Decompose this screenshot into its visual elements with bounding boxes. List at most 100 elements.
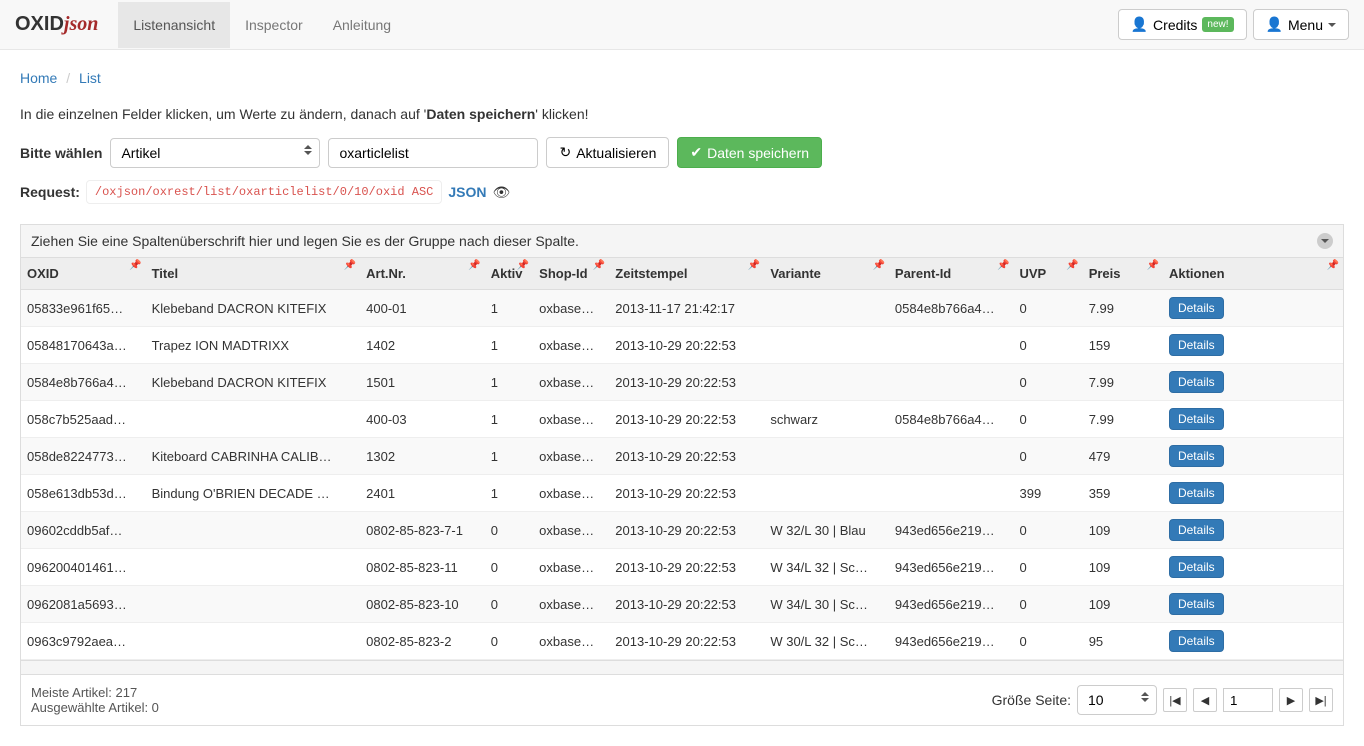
table-cell[interactable]: W 30/L 32 | Sc… <box>764 623 889 660</box>
table-cell[interactable] <box>146 623 361 660</box>
table-cell[interactable] <box>764 438 889 475</box>
table-row[interactable]: 05848170643a…Trapez ION MADTRIXX14021oxb… <box>21 327 1343 364</box>
table-cell[interactable]: Kiteboard CABRINHA CALIB… <box>146 438 361 475</box>
table-cell[interactable]: 400-01 <box>360 290 485 327</box>
column-header[interactable]: Variante📌 <box>764 258 889 290</box>
table-cell[interactable]: 1402 <box>360 327 485 364</box>
pager-last[interactable]: ▶| <box>1309 688 1333 712</box>
entity-select[interactable]: Artikel <box>110 138 320 168</box>
table-cell[interactable] <box>764 475 889 512</box>
table-cell[interactable]: 1501 <box>360 364 485 401</box>
table-cell[interactable] <box>146 549 361 586</box>
pin-icon[interactable]: 📌 <box>129 260 141 271</box>
table-cell[interactable]: 943ed656e219… <box>889 512 1014 549</box>
table-cell[interactable]: 0 <box>1013 623 1082 660</box>
table-cell[interactable]: 2013-10-29 20:22:53 <box>609 327 764 364</box>
table-cell[interactable]: 0 <box>1013 438 1082 475</box>
details-button[interactable]: Details <box>1169 408 1224 430</box>
details-button[interactable]: Details <box>1169 556 1224 578</box>
save-button[interactable]: ✔ Daten speichern <box>677 137 822 168</box>
table-cell[interactable]: 0802-85-823-11 <box>360 549 485 586</box>
column-header[interactable]: Parent-Id📌 <box>889 258 1014 290</box>
details-button[interactable]: Details <box>1169 482 1224 504</box>
column-header[interactable]: Titel📌 <box>146 258 361 290</box>
collapse-icon[interactable] <box>1317 233 1333 249</box>
table-cell[interactable]: 2013-10-29 20:22:53 <box>609 401 764 438</box>
pin-icon[interactable]: 📌 <box>1066 260 1078 271</box>
column-header[interactable]: Art.Nr.📌 <box>360 258 485 290</box>
table-cell[interactable]: 0 <box>1013 290 1082 327</box>
table-cell[interactable]: oxbase… <box>533 401 609 438</box>
table-cell[interactable]: 109 <box>1083 549 1163 586</box>
table-cell[interactable]: 2013-10-29 20:22:53 <box>609 364 764 401</box>
column-header[interactable]: OXID📌 <box>21 258 146 290</box>
table-cell[interactable]: 7.99 <box>1083 401 1163 438</box>
table-cell[interactable]: 0802-85-823-7-1 <box>360 512 485 549</box>
table-cell[interactable]: oxbase… <box>533 512 609 549</box>
table-cell[interactable]: oxbase… <box>533 623 609 660</box>
table-cell[interactable]: 943ed656e219… <box>889 586 1014 623</box>
table-cell[interactable]: Bindung O'BRIEN DECADE … <box>146 475 361 512</box>
table-cell[interactable]: 1 <box>485 290 533 327</box>
column-header[interactable]: UVP📌 <box>1013 258 1082 290</box>
details-button[interactable]: Details <box>1169 593 1224 615</box>
table-cell[interactable]: 0 <box>1013 549 1082 586</box>
tab-inspector[interactable]: Inspector <box>230 2 318 48</box>
pager-prev[interactable]: ◀ <box>1193 688 1217 712</box>
pin-icon[interactable]: 📌 <box>1147 260 1159 271</box>
table-cell[interactable] <box>889 364 1014 401</box>
table-cell[interactable]: 1 <box>485 475 533 512</box>
tab-listenansicht[interactable]: Listenansicht <box>118 2 230 48</box>
menu-button[interactable]: 👤 Menu <box>1253 9 1349 40</box>
table-cell[interactable]: oxbase… <box>533 586 609 623</box>
table-cell[interactable]: 2013-10-29 20:22:53 <box>609 438 764 475</box>
table-cell[interactable]: 2401 <box>360 475 485 512</box>
table-cell[interactable]: W 34/L 30 | Sc… <box>764 586 889 623</box>
json-link[interactable]: JSON <box>448 184 486 200</box>
table-cell[interactable]: oxbase… <box>533 290 609 327</box>
table-cell[interactable]: 109 <box>1083 586 1163 623</box>
table-cell[interactable] <box>146 586 361 623</box>
table-cell[interactable]: 0 <box>1013 327 1082 364</box>
credits-button[interactable]: 👤 Credits new! <box>1118 9 1247 40</box>
table-cell[interactable]: 7.99 <box>1083 364 1163 401</box>
table-cell[interactable]: 058e613db53d… <box>21 475 146 512</box>
table-cell[interactable]: 1 <box>485 438 533 475</box>
eye-icon[interactable]: 👁 <box>493 184 511 201</box>
table-cell[interactable]: 2013-10-29 20:22:53 <box>609 475 764 512</box>
details-button[interactable]: Details <box>1169 334 1224 356</box>
table-cell[interactable]: 0 <box>1013 586 1082 623</box>
pin-icon[interactable]: 📌 <box>748 260 760 271</box>
table-cell[interactable]: 058c7b525aad… <box>21 401 146 438</box>
table-cell[interactable]: 1 <box>485 327 533 364</box>
refresh-button[interactable]: ↻ Aktualisieren <box>546 137 669 168</box>
table-cell[interactable]: Trapez ION MADTRIXX <box>146 327 361 364</box>
table-cell[interactable]: 0 <box>485 512 533 549</box>
table-cell[interactable]: 400-03 <box>360 401 485 438</box>
table-cell[interactable]: W 34/L 32 | Sc… <box>764 549 889 586</box>
table-cell[interactable]: 1 <box>485 364 533 401</box>
table-cell[interactable]: oxbase… <box>533 438 609 475</box>
table-cell[interactable]: 2013-11-17 21:42:17 <box>609 290 764 327</box>
table-cell[interactable]: 943ed656e219… <box>889 623 1014 660</box>
table-row[interactable]: 0962081a5693…0802-85-823-100oxbase…2013-… <box>21 586 1343 623</box>
table-cell[interactable]: 0963c9792aea… <box>21 623 146 660</box>
page-size-select[interactable]: 10 <box>1077 685 1157 715</box>
table-cell[interactable]: 359 <box>1083 475 1163 512</box>
table-row[interactable]: 09602cddb5af…0802-85-823-7-10oxbase…2013… <box>21 512 1343 549</box>
table-cell[interactable]: oxbase… <box>533 475 609 512</box>
table-cell[interactable]: 1 <box>485 401 533 438</box>
column-header[interactable]: Zeitstempel📌 <box>609 258 764 290</box>
table-cell[interactable]: Klebeband DACRON KITEFIX <box>146 364 361 401</box>
table-cell[interactable]: 0962081a5693… <box>21 586 146 623</box>
table-cell[interactable]: 399 <box>1013 475 1082 512</box>
table-cell[interactable]: W 32/L 30 | Blau <box>764 512 889 549</box>
list-name-input[interactable] <box>328 138 538 168</box>
page-input[interactable] <box>1223 688 1273 712</box>
table-cell[interactable]: 0802-85-823-10 <box>360 586 485 623</box>
pin-icon[interactable]: 📌 <box>344 260 356 271</box>
table-cell[interactable]: 0 <box>485 623 533 660</box>
table-cell[interactable]: 943ed656e219… <box>889 549 1014 586</box>
table-cell[interactable] <box>146 401 361 438</box>
table-cell[interactable] <box>764 364 889 401</box>
